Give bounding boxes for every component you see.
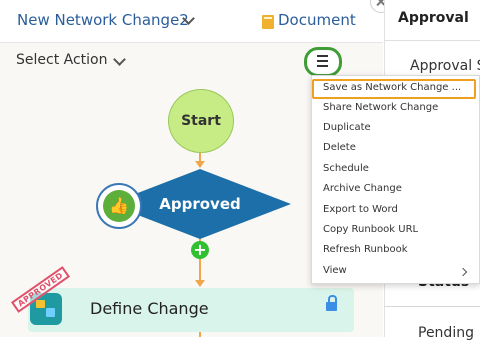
- tab-approval[interactable]: Approval: [398, 10, 469, 26]
- select-action-dropdown[interactable]: Select Action: [16, 52, 108, 68]
- menu-item-duplicate[interactable]: Duplicate: [323, 122, 371, 133]
- connector-line: [199, 259, 201, 281]
- menu-item-view[interactable]: View: [323, 265, 347, 276]
- menu-line: [317, 65, 328, 67]
- menu-item-schedule[interactable]: Schedule: [323, 163, 369, 174]
- menu-item-copy-url[interactable]: Copy Runbook URL: [323, 224, 418, 235]
- thumbs-up-icon: 👍: [103, 190, 135, 222]
- approval-status-label: Approval S: [410, 58, 480, 74]
- arrow-down-icon: [195, 161, 205, 168]
- arrow-down-icon: [195, 280, 205, 287]
- start-node[interactable]: Start: [168, 89, 234, 153]
- chevron-right-icon: [458, 267, 468, 277]
- menu-item-delete[interactable]: Delete: [323, 142, 356, 153]
- change-title[interactable]: New Network Change2: [17, 11, 189, 29]
- menu-item-save-as[interactable]: Save as Network Change ...: [323, 82, 461, 93]
- chevron-down-icon[interactable]: [113, 53, 126, 66]
- menu-item-export-word[interactable]: Export to Word: [323, 204, 398, 215]
- document-icon[interactable]: [262, 15, 274, 29]
- menu-item-archive[interactable]: Archive Change: [323, 183, 402, 194]
- decision-label: Approved: [159, 195, 241, 213]
- add-step-button[interactable]: +: [191, 241, 209, 259]
- divider: [384, 40, 480, 41]
- divider: [384, 306, 480, 307]
- step-label: Define Change: [90, 299, 209, 318]
- menu-line: [317, 55, 328, 57]
- lock-icon: [326, 295, 337, 311]
- menu-line: [317, 60, 328, 62]
- hamburger-menu-button[interactable]: [304, 47, 342, 77]
- document-link[interactable]: Document: [278, 11, 356, 29]
- menu-item-refresh[interactable]: Refresh Runbook: [323, 244, 408, 255]
- menu-item-share[interactable]: Share Network Change: [323, 102, 438, 113]
- title-bar: New Network Change2 Document: [0, 0, 383, 43]
- connector-line: [199, 332, 201, 337]
- status-value: Pending: [418, 325, 474, 341]
- actions-dropdown-menu: Save as Network Change ... Share Network…: [311, 75, 480, 284]
- approval-badge: 👍: [96, 183, 142, 229]
